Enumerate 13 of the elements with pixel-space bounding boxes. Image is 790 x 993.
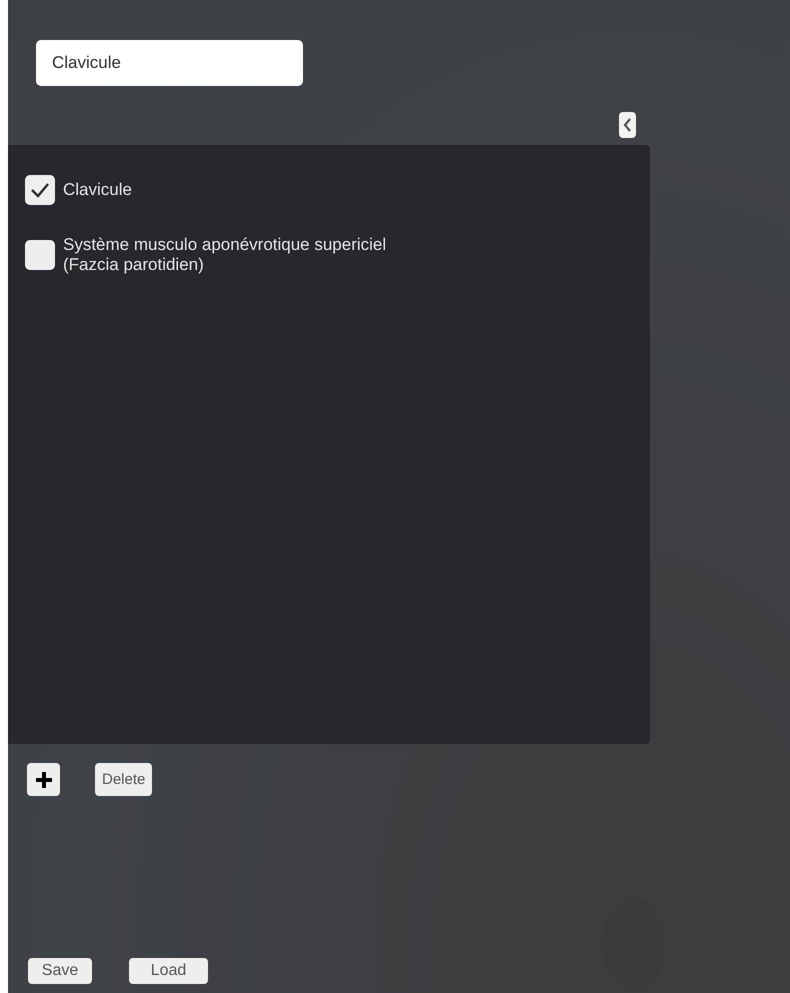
add-button[interactable] bbox=[27, 763, 60, 796]
checkbox[interactable] bbox=[25, 175, 55, 205]
chevron-left-icon bbox=[623, 118, 632, 132]
check-icon bbox=[30, 182, 50, 198]
load-button[interactable]: Load bbox=[129, 958, 208, 984]
checkbox[interactable] bbox=[25, 240, 55, 270]
item-label: Clavicule bbox=[63, 180, 132, 200]
plus-icon bbox=[34, 770, 54, 790]
delete-button[interactable]: Delete bbox=[95, 763, 152, 796]
save-button[interactable]: Save bbox=[28, 958, 92, 984]
collapse-button[interactable] bbox=[619, 112, 636, 138]
name-field[interactable]: Clavicule bbox=[36, 40, 303, 86]
item-label: Système musculo aponévrotique supericiel (Fazcia parotidien) bbox=[63, 235, 386, 275]
